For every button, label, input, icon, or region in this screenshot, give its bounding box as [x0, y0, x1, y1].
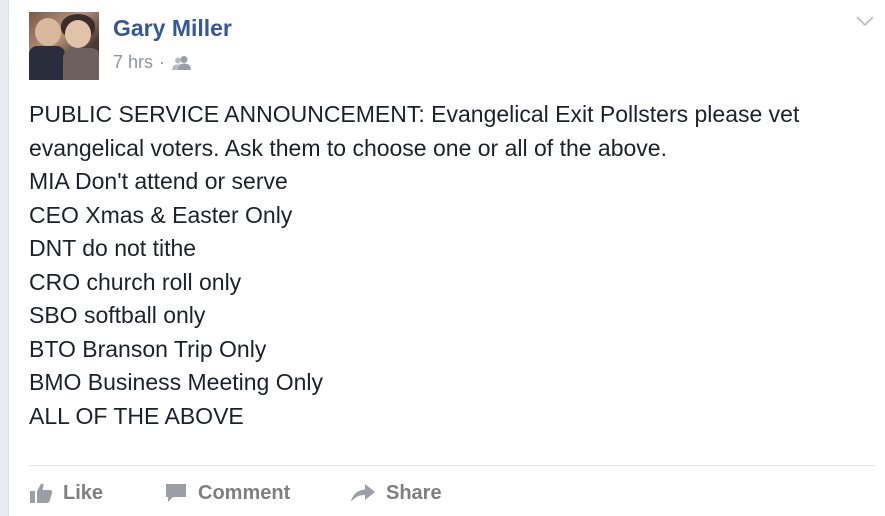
post-text-line: CRO church roll only [29, 268, 242, 295]
friends-icon[interactable] [171, 55, 193, 71]
post-text: PUBLIC SERVICE ANNOUNCEMENT: Evangelical… [29, 98, 874, 433]
avatar[interactable] [29, 12, 99, 80]
post-card: Gary Miller 7 hrs · PUBLIC SERVICE ANNOU… [8, 0, 885, 516]
thumbs-up-icon [29, 482, 53, 504]
chevron-down-icon[interactable] [855, 14, 875, 30]
post-text-line: BMO Business Meeting Only [29, 369, 324, 395]
post-actions: Like Comment Share [29, 478, 442, 508]
post-text-line: CEO Xmas & Easter Only [29, 201, 293, 228]
divider [29, 465, 876, 466]
post-text-line: evangelical voters. Ask them to choose o… [29, 134, 667, 161]
post-text-line: ALL OF THE ABOVE [29, 402, 244, 429]
post-text-line: PUBLIC SERVICE ANNOUNCEMENT: Evangelical… [29, 101, 800, 127]
post-text-line: SBO softball only [29, 302, 206, 328]
post-text-line: MIA Don't attend or serve [29, 168, 288, 194]
post-meta: 7 hrs · [113, 52, 193, 73]
like-button[interactable]: Like [29, 482, 164, 505]
comment-button[interactable]: Comment [164, 482, 350, 505]
share-button[interactable]: Share [350, 482, 442, 505]
post-text-line: BTO Branson Trip Only [29, 335, 267, 362]
meta-separator: · [159, 52, 166, 72]
author-name-link[interactable]: Gary Miller [113, 15, 232, 42]
like-label: Like [63, 481, 104, 504]
share-arrow-icon [350, 482, 376, 504]
comment-label: Comment [198, 481, 291, 504]
share-label: Share [386, 481, 442, 504]
post-timestamp[interactable]: 7 hrs [113, 52, 153, 73]
post-text-line: DNT do not tithe [29, 235, 197, 261]
speech-bubble-icon [164, 482, 188, 504]
